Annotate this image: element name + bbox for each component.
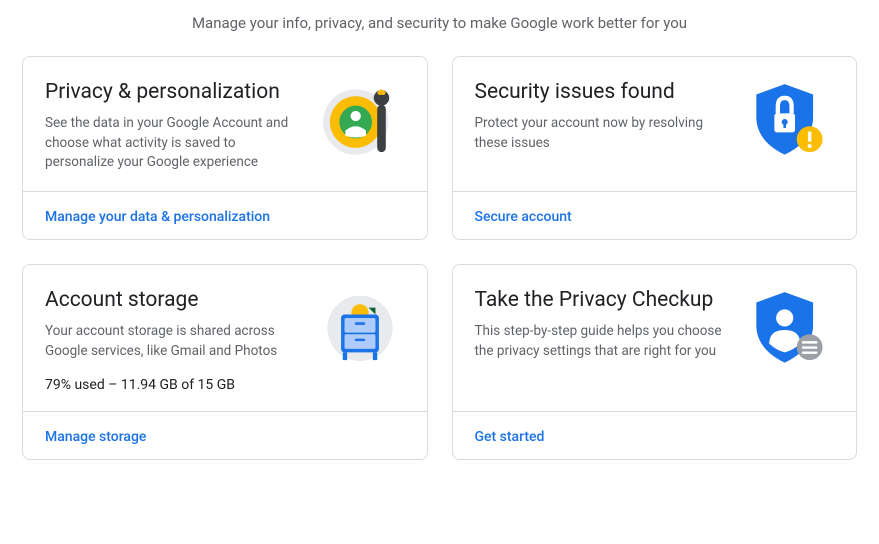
card-checkup-desc: This step-by-step guide helps you choose…	[475, 322, 729, 361]
cards-grid: Privacy & personalization See the data i…	[0, 56, 879, 460]
card-security-desc: Protect your account now by resolving th…	[475, 114, 729, 153]
card-storage-title: Account storage	[45, 287, 299, 314]
card-security: Security issues found Protect your accou…	[452, 56, 858, 240]
card-privacy-title: Privacy & personalization	[45, 79, 299, 106]
card-storage: Account storage Your account storage is …	[22, 264, 428, 460]
card-privacy: Privacy & personalization See the data i…	[22, 56, 428, 240]
privacy-checkup-icon	[744, 287, 834, 393]
privacy-personalization-icon	[315, 79, 405, 173]
card-checkup: Take the Privacy Checkup This step-by-st…	[452, 264, 858, 460]
page-subtitle: Manage your info, privacy, and security …	[0, 0, 879, 56]
card-security-title: Security issues found	[475, 79, 729, 106]
card-storage-usage: 79% used – 11.94 GB of 15 GB	[45, 377, 299, 393]
manage-storage-link[interactable]: Manage storage	[45, 429, 146, 445]
manage-data-link[interactable]: Manage your data & personalization	[45, 209, 270, 225]
card-storage-desc: Your account storage is shared across Go…	[45, 322, 299, 361]
get-started-link[interactable]: Get started	[475, 429, 545, 445]
storage-drawer-icon	[315, 287, 405, 393]
card-checkup-title: Take the Privacy Checkup	[475, 287, 729, 314]
card-privacy-desc: See the data in your Google Account and …	[45, 114, 299, 173]
secure-account-link[interactable]: Secure account	[475, 209, 572, 225]
security-shield-alert-icon	[744, 79, 834, 173]
